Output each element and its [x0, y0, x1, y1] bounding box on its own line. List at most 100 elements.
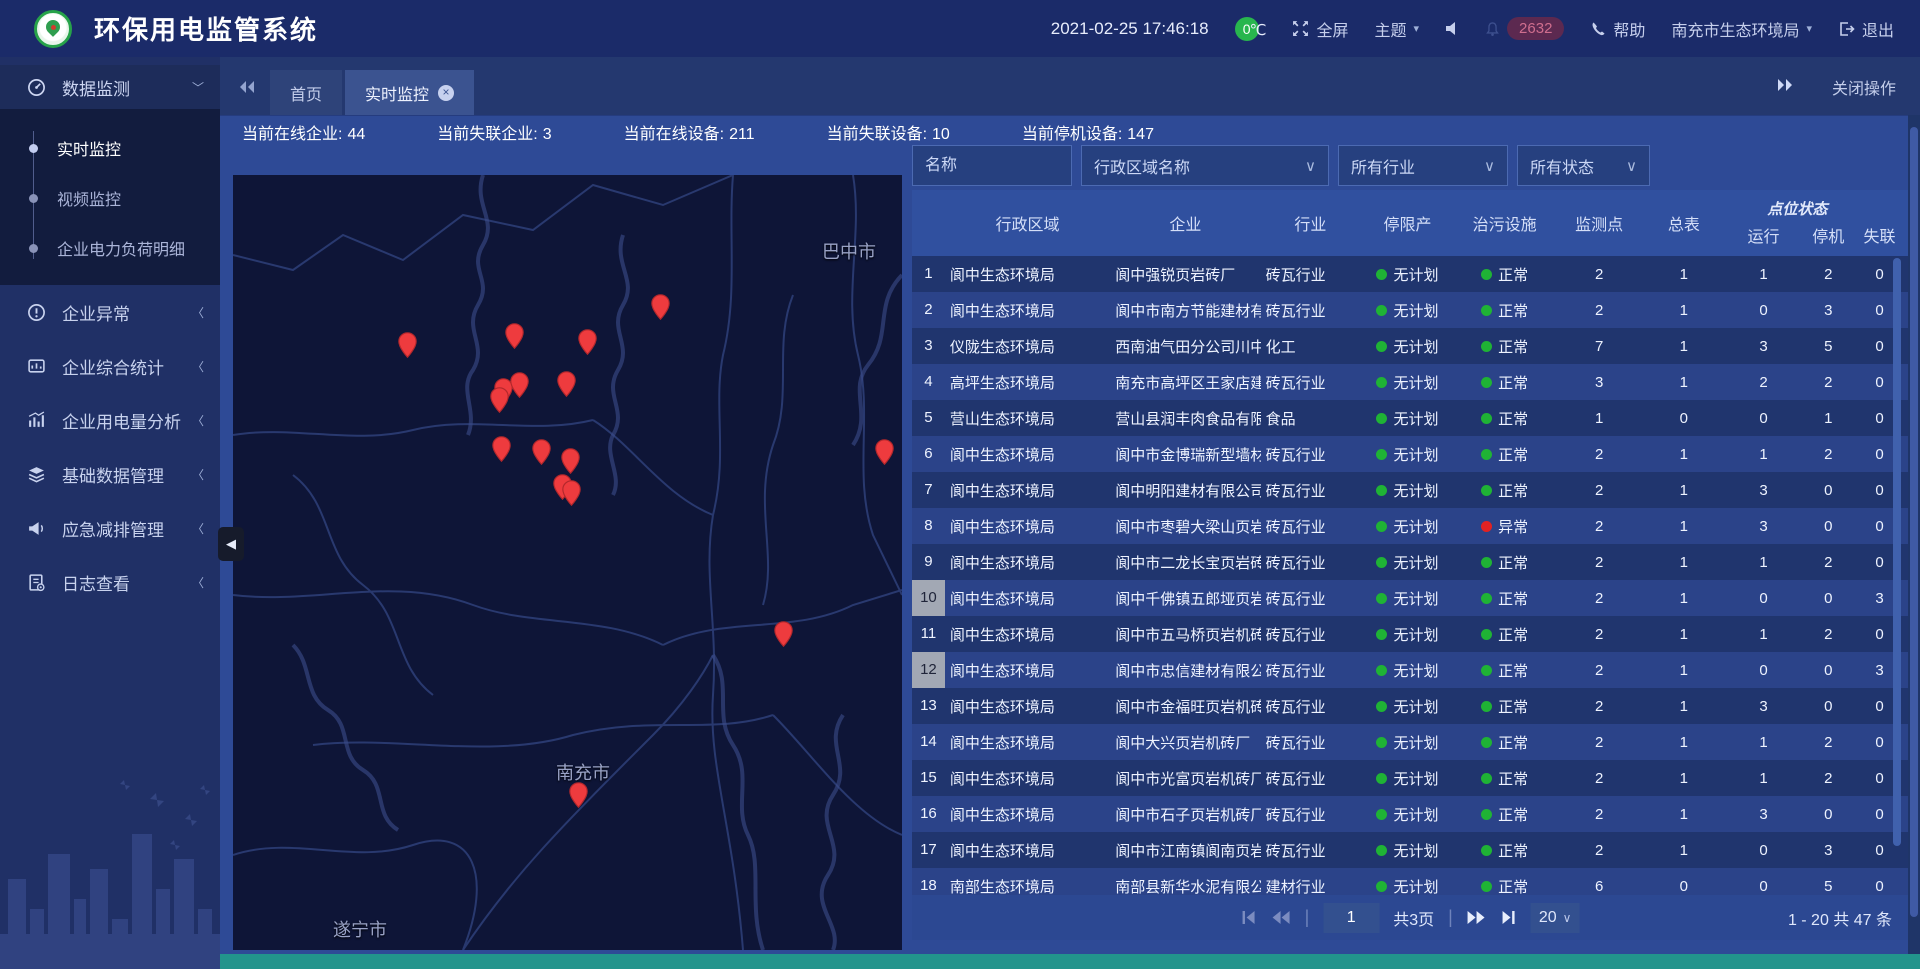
previous-page-button[interactable]	[1272, 910, 1291, 925]
map-pin-icon[interactable]	[561, 448, 580, 474]
org-menu[interactable]: 南充市生态环境局▾	[1671, 17, 1812, 41]
close-operations-menu[interactable]: 关闭操作	[1832, 75, 1896, 99]
map-pin-icon[interactable]	[505, 323, 524, 349]
cell-industry: 砖瓦行业	[1261, 372, 1361, 393]
sidebar-item-realtime-monitoring[interactable]: 实时监控	[0, 123, 220, 173]
map-pin-icon[interactable]	[875, 439, 894, 465]
sidebar-section-enterprise-abnormal[interactable]: 企业异常 〈	[0, 285, 220, 339]
cell-run: 0	[1724, 662, 1804, 679]
logout-button[interactable]: 退出	[1838, 17, 1894, 41]
next-page-button[interactable]	[1467, 910, 1486, 925]
sidebar-item-video-monitoring[interactable]: 视频监控	[0, 173, 220, 223]
sidebar-section-emergency-reduction[interactable]: 应急减排管理 〈	[0, 501, 220, 555]
region-select[interactable]: 行政区域名称∨	[1081, 145, 1329, 186]
map-pin-icon[interactable]	[569, 782, 588, 808]
status-select[interactable]: 所有状态∨	[1517, 145, 1650, 186]
map-pin-icon[interactable]	[651, 294, 670, 320]
map-pin-icon[interactable]	[557, 371, 576, 397]
row-index: 12	[912, 652, 945, 688]
table-row[interactable]: 16 阆中生态环境局 阆中市石子页岩机砖厂 砖瓦行业 无计划 正常 2 1 3 …	[912, 796, 1908, 832]
sidebar-item-power-load-detail[interactable]: 企业电力负荷明细	[0, 223, 220, 273]
cell-region: 阆中生态环境局	[945, 300, 1110, 321]
chevron-left-icon: 〈	[192, 304, 204, 321]
table-row[interactable]: 12 阆中生态环境局 阆中市忠信建材有限公 砖瓦行业 无计划 正常 2 1 0 …	[912, 652, 1908, 688]
tab-home[interactable]: 首页	[270, 70, 342, 115]
sidebar-section-power-usage-analysis[interactable]: 企业用电量分析 〈	[0, 393, 220, 447]
table-row[interactable]: 8 阆中生态环境局 阆中市枣碧大梁山页岩 砖瓦行业 无计划 异常 2 1 3 0…	[912, 508, 1908, 544]
mute-button[interactable]	[1445, 21, 1459, 36]
name-search-input[interactable]	[912, 145, 1072, 186]
table-row[interactable]: 9 阆中生态环境局 阆中市二龙长宝页岩砖 砖瓦行业 无计划 正常 2 1 1 2…	[912, 544, 1908, 580]
first-page-button[interactable]	[1241, 910, 1258, 925]
speaker-icon	[1445, 21, 1459, 36]
chevron-down-icon: ﹀	[192, 79, 204, 96]
map-pin-icon[interactable]	[532, 439, 551, 465]
sidebar-section-log-view[interactable]: 日志查看 〈	[0, 555, 220, 609]
table-row[interactable]: 6 阆中生态环境局 阆中市金博瑞新型墙材 砖瓦行业 无计划 正常 2 1 1 2…	[912, 436, 1908, 472]
table-row[interactable]: 14 阆中生态环境局 阆中大兴页岩机砖厂 砖瓦行业 无计划 正常 2 1 1 2…	[912, 724, 1908, 760]
sidebar-section-base-data[interactable]: 基础数据管理 〈	[0, 447, 220, 501]
industry-select[interactable]: 所有行业∨	[1338, 145, 1508, 186]
cell-stopped: 0	[1803, 518, 1853, 535]
page-size-select[interactable]: 20∨	[1531, 903, 1580, 933]
tab-realtime-monitoring[interactable]: 实时监控 ×	[345, 70, 474, 115]
table-row[interactable]: 10 阆中生态环境局 阆中千佛镇五郎垭页岩 砖瓦行业 无计划 正常 2 1 0 …	[912, 580, 1908, 616]
table-row[interactable]: 4 高坪生态环境局 南充市高坪区王家店建 砖瓦行业 无计划 正常 3 1 2 2…	[912, 364, 1908, 400]
table-row[interactable]: 5 营山生态环境局 营山县润丰肉食品有限 食品 无计划 正常 1 0 0 1 0	[912, 400, 1908, 436]
cell-stopped: 0	[1803, 590, 1853, 607]
cell-stopped: 3	[1803, 302, 1853, 319]
cell-industry: 砖瓦行业	[1261, 516, 1361, 537]
page-number-input[interactable]	[1323, 903, 1379, 933]
cell-run: 0	[1724, 842, 1804, 859]
table-scrollbar-thumb[interactable]	[1893, 258, 1901, 846]
table-row[interactable]: 11 阆中生态环境局 阆中市五马桥页岩机砖 砖瓦行业 无计划 正常 2 1 1 …	[912, 616, 1908, 652]
table-row[interactable]: 17 阆中生态环境局 阆中市江南镇阆南页岩 砖瓦行业 无计划 正常 2 1 0 …	[912, 832, 1908, 868]
cell-meters: 1	[1644, 518, 1724, 535]
chevron-down-icon: ∨	[1484, 157, 1495, 175]
cell-stop-limit: 无计划	[1360, 300, 1455, 321]
table-row[interactable]: 15 阆中生态环境局 阆中市光富页岩机砖厂 砖瓦行业 无计划 正常 2 1 1 …	[912, 760, 1908, 796]
sidebar-section-enterprise-statistics[interactable]: 企业综合统计 〈	[0, 339, 220, 393]
cell-run: 0	[1724, 410, 1804, 427]
table-row[interactable]: 1 阆中生态环境局 阆中强锐页岩砖厂 砖瓦行业 无计划 正常 2 1 1 2 0	[912, 256, 1908, 292]
table-row[interactable]: 3 仪陇生态环境局 西南油气田分公司川中 化工 无计划 正常 7 1 3 5 0	[912, 328, 1908, 364]
notifications[interactable]: 2632	[1485, 17, 1564, 40]
table-row[interactable]: 7 阆中生态环境局 阆中明阳建材有限公司 砖瓦行业 无计划 正常 2 1 3 0…	[912, 472, 1908, 508]
map-pin-icon[interactable]	[490, 387, 509, 413]
cell-region: 南部生态环境局	[945, 876, 1110, 896]
cell-company: 南部县新华水泥有限公	[1110, 876, 1260, 896]
tabs-scroll-left-button[interactable]	[238, 80, 256, 99]
table-row[interactable]: 13 阆中生态环境局 阆中市金福旺页岩机砖 砖瓦行业 无计划 正常 2 1 3 …	[912, 688, 1908, 724]
page-scrollbar-thumb[interactable]	[1910, 127, 1918, 917]
help-button[interactable]: 帮助	[1590, 17, 1645, 41]
stat-item: 当前停机设备:147	[1022, 120, 1154, 144]
last-page-button[interactable]	[1500, 910, 1517, 925]
map-pin-icon[interactable]	[510, 372, 529, 398]
sidebar-section-data-monitoring[interactable]: 数据监测 ﹀	[0, 65, 220, 109]
cell-points: 2	[1554, 302, 1644, 319]
cell-company: 阆中千佛镇五郎垭页岩	[1110, 588, 1260, 609]
logout-icon	[1838, 21, 1855, 37]
col-stop-limit: 停限产	[1360, 211, 1455, 235]
sidebar-collapse-button[interactable]: ◀	[218, 527, 244, 561]
status-dot-icon	[1481, 521, 1492, 532]
map-pin-icon[interactable]	[578, 329, 597, 355]
map-pin-icon[interactable]	[562, 480, 581, 506]
map-pin-icon[interactable]	[774, 621, 793, 647]
cell-industry: 砖瓦行业	[1261, 804, 1361, 825]
table-row[interactable]: 2 阆中生态环境局 阆中市南方节能建材有 砖瓦行业 无计划 正常 2 1 0 3…	[912, 292, 1908, 328]
close-tab-icon[interactable]: ×	[438, 85, 454, 101]
cell-run: 2	[1724, 374, 1804, 391]
tabs-scroll-right-button[interactable]	[1776, 78, 1794, 97]
record-range-label: 1 - 20 共 47 条	[1788, 906, 1908, 930]
page-scrollbar-track[interactable]	[1908, 57, 1920, 954]
fullscreen-button[interactable]: 全屏	[1292, 17, 1348, 41]
status-dot-icon	[1481, 413, 1492, 424]
table-row[interactable]: 18 南部生态环境局 南部县新华水泥有限公 建材行业 无计划 正常 6 0 0 …	[912, 868, 1908, 895]
map-pin-icon[interactable]	[492, 436, 511, 462]
map-canvas[interactable]: 巴中市南充市遂宁市	[233, 175, 902, 950]
map-pin-icon[interactable]	[398, 332, 417, 358]
theme-menu[interactable]: 主题▾	[1375, 17, 1420, 41]
row-index: 7	[912, 472, 945, 508]
cell-facility: 正常	[1455, 660, 1555, 681]
